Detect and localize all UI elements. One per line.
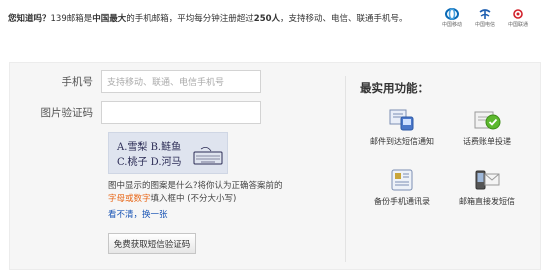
captcha-line-1: A.雪梨 B.鲢鱼 [117, 142, 182, 153]
banner-text-e: ，支持移动、电信、联通手机号。 [280, 14, 408, 24]
phone-input[interactable]: 支持移动、联通、电信手机号 [101, 70, 261, 93]
china-mobile-logo: 中国移动 [442, 8, 462, 28]
captcha-input[interactable] [101, 101, 261, 124]
captcha-hint: 图中显示的图案是什么?将你认为正确答案前的字母或数字填入框中 (不分大小写) [108, 180, 288, 206]
carrier-logos: 中国移动 中国电信 中国联通 [442, 8, 528, 28]
bill-delivery-icon [474, 111, 501, 130]
captcha-image[interactable]: A.雪梨 B.鲢鱼 C.桃子 D.河马 [108, 132, 228, 174]
feature-bill-delivery: 话费账单投递 [447, 108, 527, 147]
keyboard-icon [193, 147, 223, 165]
china-telecom-logo: 中国电信 [475, 8, 495, 28]
banner-text-c: 的手机邮箱，平均每分钟注册超过 [126, 14, 254, 24]
info-banner: 您知道吗？139邮箱是中国最大的手机邮箱，平均每分钟注册超过250人，支持移动、… [8, 8, 542, 30]
did-you-know-label: 您知道吗？ [8, 14, 51, 24]
banner-text-d: 250人 [253, 14, 281, 24]
panel-divider [345, 76, 346, 262]
hint-prefix: 图中显示的图案是什么?将你认为正确答案前的 [108, 181, 283, 191]
feature-send-sms: 邮箱直接发短信 [447, 168, 527, 207]
feature-contacts-backup: 备份手机通讯录 [362, 168, 442, 207]
phone-row: 手机号 支持移动、联通、电信手机号 [9, 70, 261, 93]
captcha-line-2: C.桃子 D.河马 [117, 157, 182, 168]
phone-label: 手机号 [61, 76, 94, 88]
hint-highlight: 字母或数字 [108, 194, 151, 204]
feature-contacts-backup-label: 备份手机通讯录 [374, 197, 430, 206]
banner-text-b: 中国最大 [92, 14, 127, 24]
captcha-label: 图片验证码 [40, 107, 94, 119]
send-sms-icon [475, 170, 500, 190]
get-sms-code-button[interactable]: 免费获取短信验证码 [108, 233, 196, 254]
feature-bill-delivery-label: 话费账单投递 [463, 137, 511, 146]
registration-panel [9, 62, 541, 270]
china-telecom-logo-text: 中国电信 [474, 22, 495, 28]
mail-sms-icon [389, 109, 414, 131]
china-mobile-logo-text: 中国移动 [441, 22, 462, 28]
china-unicom-logo-text: 中国联通 [507, 22, 528, 28]
china-unicom-logo: 中国联通 [508, 8, 528, 28]
feature-send-sms-label: 邮箱直接发短信 [459, 197, 515, 206]
banner-text-a: 139邮箱是 [50, 14, 93, 24]
captcha-row: 图片验证码 [9, 101, 261, 124]
refresh-captcha-link[interactable]: 看不清，换一张 [108, 208, 168, 220]
hint-suffix: 填入框中 (不分大小写) [150, 194, 237, 204]
feature-mail-sms-label: 邮件到达短信通知 [370, 137, 434, 146]
contacts-backup-icon [391, 169, 413, 191]
feature-mail-sms: 邮件到达短信通知 [362, 108, 442, 147]
features-title: 最实用功能： [360, 81, 429, 95]
